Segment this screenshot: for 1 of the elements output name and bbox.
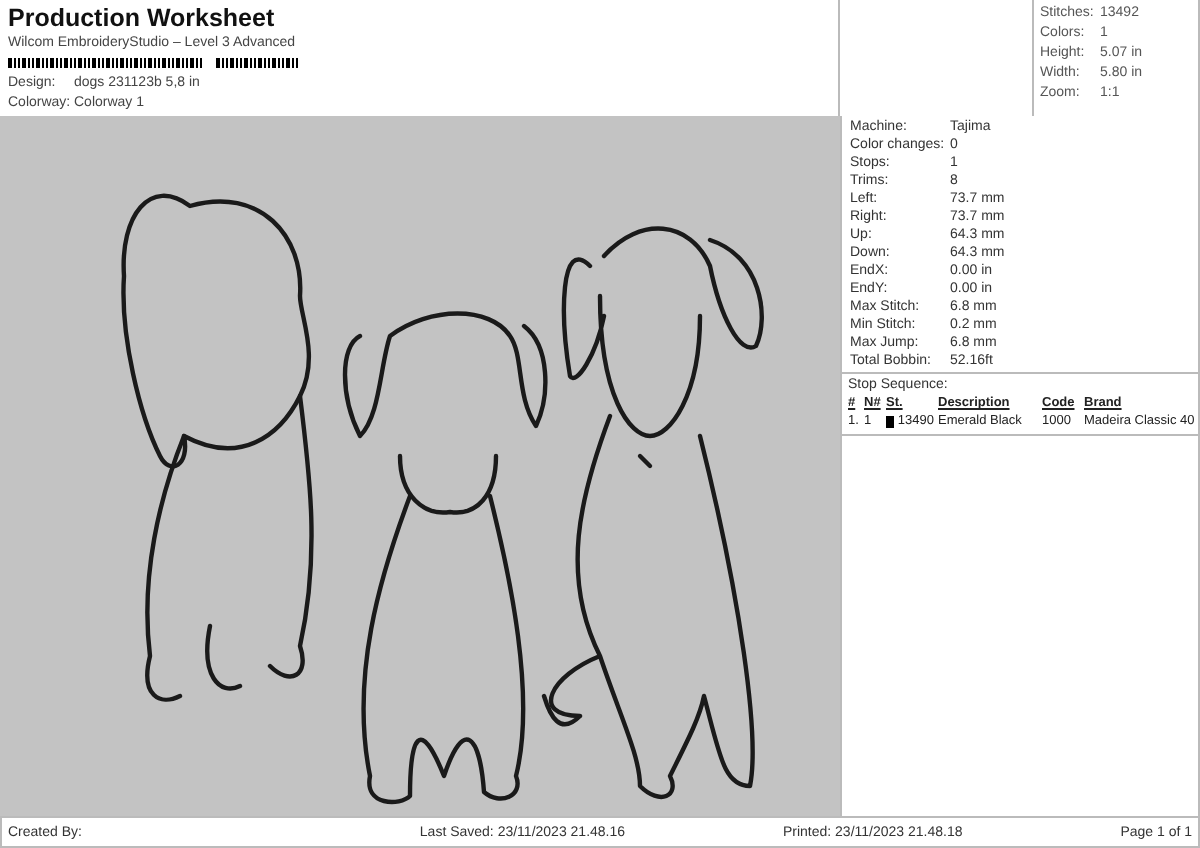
worksheet-title: Production Worksheet [8,4,277,32]
